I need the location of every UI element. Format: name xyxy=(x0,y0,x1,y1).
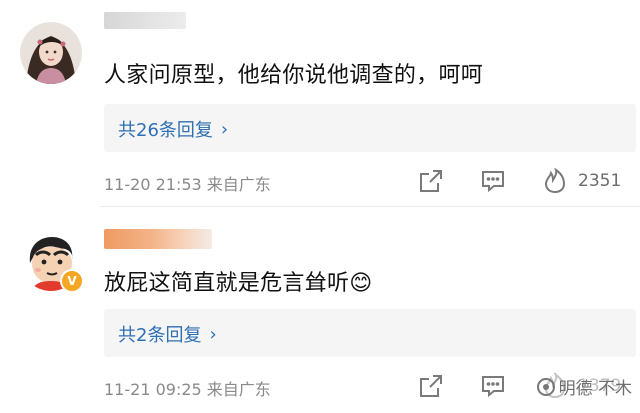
username-redacted[interactable] xyxy=(104,229,212,249)
timestamp: 11-21 09:25 xyxy=(104,380,202,399)
reply-count-label: 共2条回复 xyxy=(118,325,202,346)
comment-text: 放屁这简直就是危言耸听😊 xyxy=(104,271,373,296)
reply-count-label: 共26条回复 xyxy=(118,120,213,141)
like-count: 2351 xyxy=(578,171,622,191)
share-icon[interactable] xyxy=(418,373,444,399)
view-replies-link[interactable]: 共2条回复 › xyxy=(118,321,217,347)
share-icon[interactable] xyxy=(418,168,444,194)
comment-text: 人家问原型，他给你说他调查的，呵呵 xyxy=(104,63,484,88)
verified-badge-icon: V xyxy=(60,269,84,293)
watermark-text: 明德 不木 xyxy=(558,379,632,399)
location: 来自广东 xyxy=(206,175,271,194)
watermark-logo-icon xyxy=(536,377,555,396)
timestamp: 11-20 21:53 xyxy=(104,175,202,194)
view-replies-link[interactable]: 共26条回复 › xyxy=(118,116,228,142)
username-redacted[interactable] xyxy=(104,12,186,29)
comment-meta: 11-21 09:25 来自广东 xyxy=(104,376,271,400)
comment-meta: 11-20 21:53 来自广东 xyxy=(104,171,271,195)
chevron-right-icon: › xyxy=(220,118,229,140)
avatar[interactable] xyxy=(20,22,82,84)
comment-item: 人家问原型，他给你说他调查的，呵呵 共26条回复 › 11-20 21:53 来… xyxy=(0,0,640,206)
location: 来自广东 xyxy=(206,380,271,399)
watermark: 明德 不木 xyxy=(536,374,632,399)
replies-box[interactable]: 共26条回复 › xyxy=(104,104,636,152)
chevron-right-icon: › xyxy=(209,323,217,345)
like-icon[interactable] xyxy=(542,167,568,194)
replies-box[interactable]: 共2条回复 › xyxy=(104,309,636,357)
comment-icon[interactable] xyxy=(480,373,506,399)
comment-icon[interactable] xyxy=(480,168,506,194)
